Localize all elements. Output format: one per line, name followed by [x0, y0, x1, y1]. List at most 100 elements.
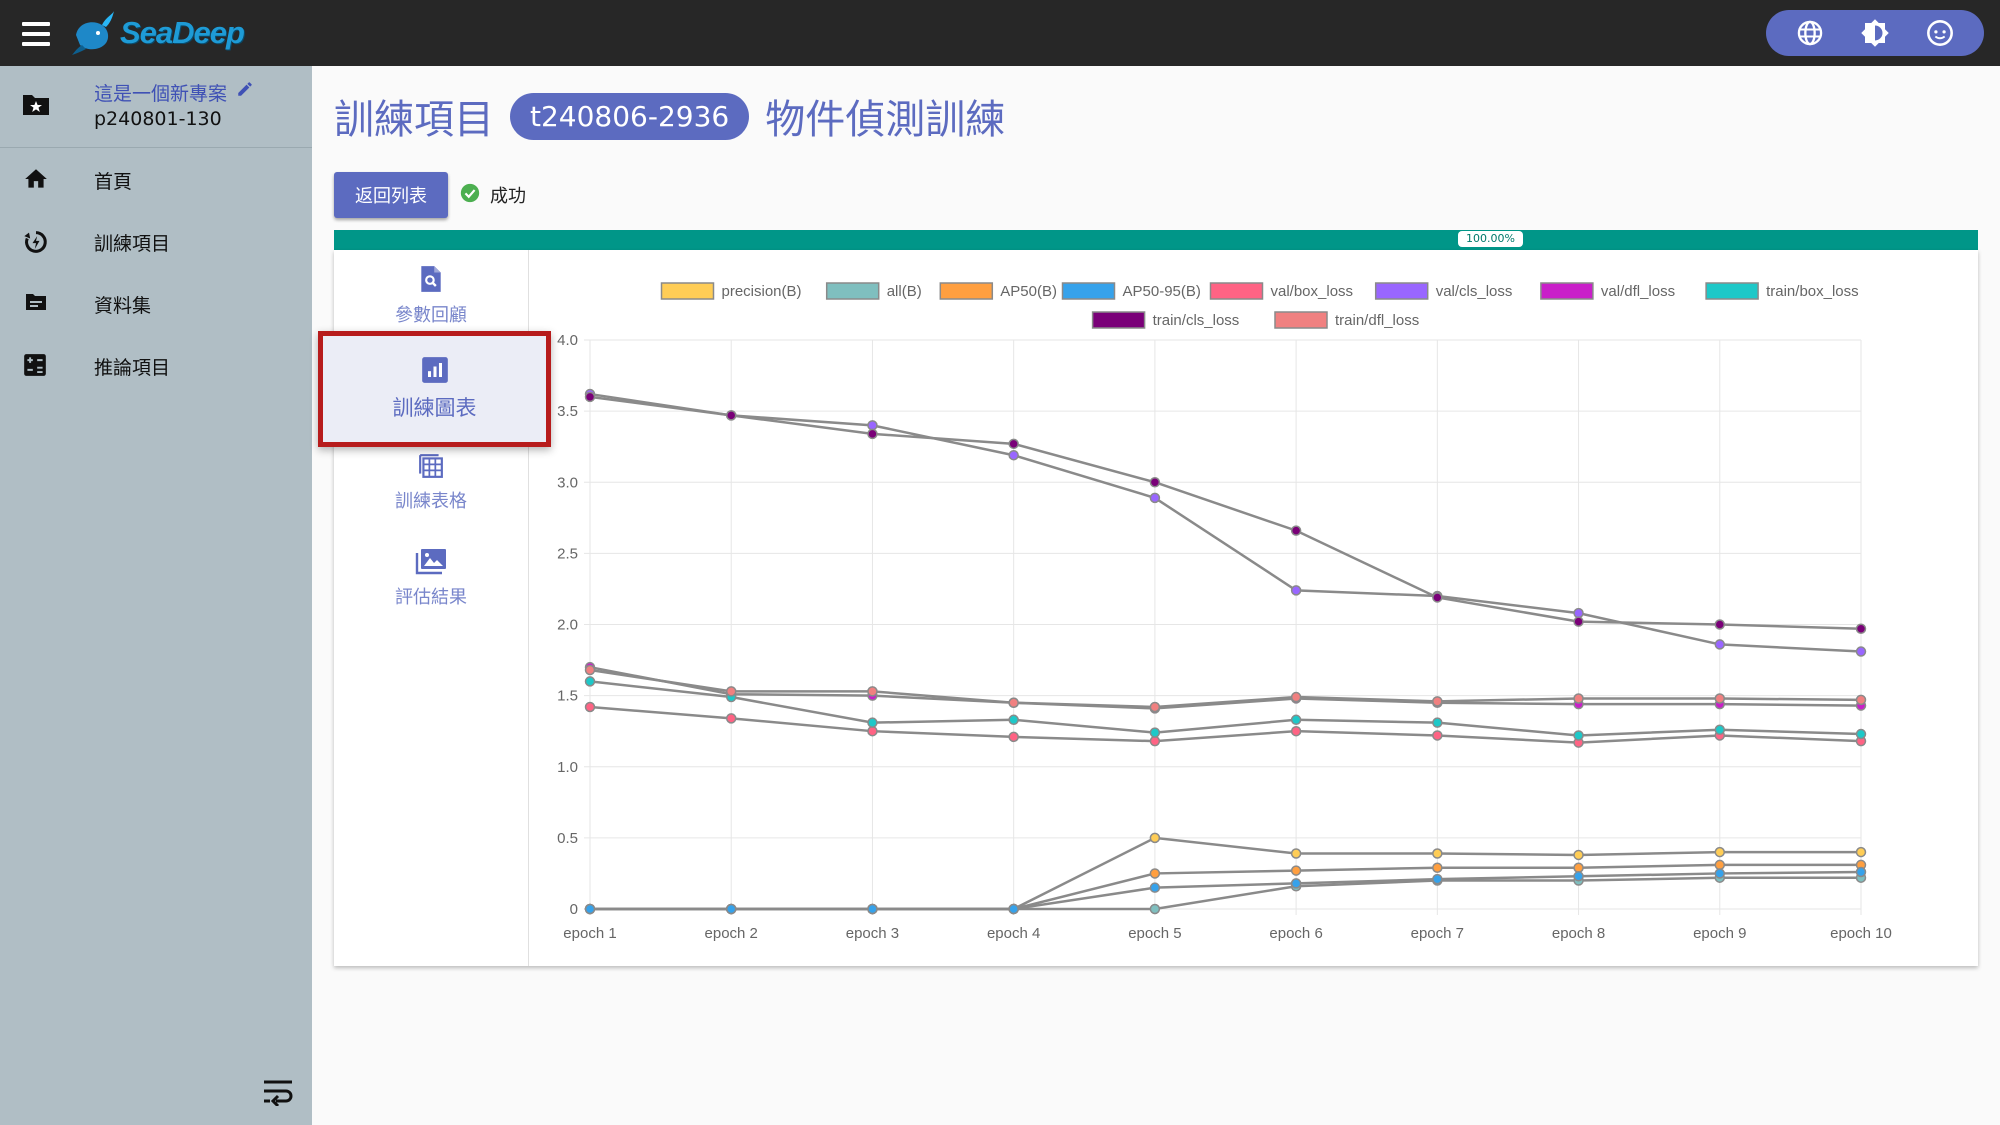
top-app-bar: SeaDeep — [0, 0, 2000, 66]
data-point — [584, 664, 596, 676]
data-point — [1149, 727, 1161, 738]
globe-icon[interactable] — [1793, 16, 1827, 50]
sidebar-item-training[interactable]: 訓練項目 — [0, 214, 312, 270]
sidebar: 這是一個新專案 p240801-130 首頁 訓練項目 資料集 推論項目 — [0, 66, 312, 1125]
project-info[interactable]: 這是一個新專案 p240801-130 — [0, 66, 312, 148]
file-search-icon — [418, 266, 444, 297]
legend-label: val/box_loss — [1271, 283, 1354, 300]
x-tick-label: epoch 6 — [1269, 925, 1322, 942]
project-code: p240801-130 — [94, 108, 222, 130]
y-tick-label: 2.5 — [557, 545, 578, 562]
data-point — [1714, 859, 1726, 871]
data-point — [867, 428, 878, 440]
legend-swatch — [660, 282, 715, 300]
data-point — [1714, 868, 1726, 879]
data-point — [1008, 438, 1019, 450]
back-to-list-button[interactable]: 返回列表 — [334, 172, 448, 218]
tab-label: 參數回顧 — [395, 305, 467, 326]
data-point — [867, 717, 878, 728]
data-point — [1290, 725, 1302, 737]
tab-label: 訓練表格 — [395, 491, 467, 512]
data-point — [1855, 646, 1867, 657]
data-point — [1714, 619, 1726, 630]
data-point — [725, 410, 737, 421]
legend-swatch — [1091, 311, 1146, 329]
data-point — [1855, 623, 1867, 635]
data-point — [1573, 849, 1584, 861]
check-circle-icon — [460, 183, 480, 207]
legend-swatch — [825, 282, 880, 300]
sidebar-item-inference[interactable]: 推論項目 — [0, 338, 312, 394]
data-point — [725, 686, 737, 697]
data-point — [1008, 697, 1019, 708]
progress-label: 100.00% — [1458, 231, 1523, 247]
menu-icon[interactable] — [20, 18, 52, 48]
data-point — [1573, 616, 1584, 627]
sidebar-item-label: 資料集 — [94, 295, 152, 317]
x-tick-label: epoch 7 — [1411, 925, 1464, 942]
home-icon — [22, 166, 50, 196]
y-tick-label: 0 — [570, 901, 578, 918]
training-line-chart: 0 0.5 1.0 1.5 2.0 2.5 3.0 3.5 4.0 epoch 1 epoch 2 e… — [557, 282, 1892, 942]
legend-swatch — [1705, 282, 1759, 300]
legend-label: AP50-95(B) — [1123, 283, 1201, 300]
x-tick-label: epoch 4 — [987, 925, 1040, 942]
data-point — [1149, 903, 1161, 915]
edit-icon[interactable] — [236, 80, 254, 102]
data-point — [1432, 717, 1443, 728]
series-line — [589, 705, 1862, 744]
data-point — [1714, 846, 1726, 858]
data-point — [584, 391, 596, 403]
x-tick-label: epoch 1 — [563, 925, 616, 942]
account-icon[interactable] — [1923, 16, 1957, 50]
legend-label: train/cls_loss — [1153, 312, 1240, 329]
legend-label: all(B) — [887, 283, 922, 300]
page-title: 訓練項目 t240806-2936 物件偵測訓練 — [334, 86, 1005, 146]
legend-swatch — [1540, 282, 1594, 300]
legend-swatch — [939, 282, 994, 300]
y-tick-label: 3.5 — [557, 403, 578, 420]
data-point — [1290, 865, 1302, 876]
sidebar-item-label: 推論項目 — [94, 357, 171, 379]
x-tick-label: epoch 10 — [1830, 925, 1892, 942]
data-point — [1855, 728, 1867, 740]
data-point — [1432, 696, 1443, 707]
page-title-suffix: 物件偵測訓練 — [765, 97, 1006, 143]
data-point — [584, 903, 596, 915]
series-line — [589, 395, 1862, 631]
data-point — [1290, 691, 1302, 703]
legend-label: val/dfl_loss — [1601, 283, 1675, 300]
data-point — [867, 725, 878, 737]
x-tick-label: epoch 2 — [705, 925, 758, 942]
tab-training-chart[interactable]: 訓練圖表 — [318, 331, 551, 447]
tab-parameters[interactable]: 參數回顧 — [334, 265, 528, 327]
tab-label: 評估結果 — [395, 587, 467, 608]
legend-swatch — [1274, 311, 1328, 329]
data-point — [1290, 585, 1302, 596]
logo-text: SeaDeep — [120, 15, 245, 50]
brightness-icon[interactable] — [1858, 16, 1892, 50]
data-point — [1573, 871, 1584, 882]
y-tick-label: 1.0 — [557, 759, 578, 776]
inference-icon — [22, 352, 48, 382]
y-tick-label: 2.0 — [557, 617, 578, 634]
app-logo[interactable]: SeaDeep — [72, 6, 245, 60]
y-tick-label: 0.5 — [557, 830, 578, 847]
data-point — [1008, 449, 1019, 461]
tab-evaluation[interactable]: 評估結果 — [334, 547, 528, 609]
y-tick-label: 4.0 — [557, 332, 578, 349]
sidebar-item-dataset[interactable]: 資料集 — [0, 276, 312, 332]
data-point — [1290, 878, 1302, 889]
sidebar-item-home[interactable]: 首頁 — [0, 152, 312, 208]
tab-table[interactable]: 訓練表格 — [334, 453, 528, 513]
legend-label: AP50(B) — [1000, 283, 1057, 300]
legend-label: train/box_loss — [1766, 283, 1859, 300]
wrap-text-icon[interactable] — [262, 1078, 294, 1110]
project-name[interactable]: 這是一個新專案 — [94, 79, 227, 106]
data-point — [1714, 693, 1726, 704]
status-indicator: 成功 — [460, 182, 526, 208]
legend-swatch — [1061, 282, 1116, 300]
data-point — [584, 701, 596, 713]
legend-label: precision(B) — [722, 283, 802, 300]
x-tick-label: epoch 9 — [1693, 925, 1746, 942]
